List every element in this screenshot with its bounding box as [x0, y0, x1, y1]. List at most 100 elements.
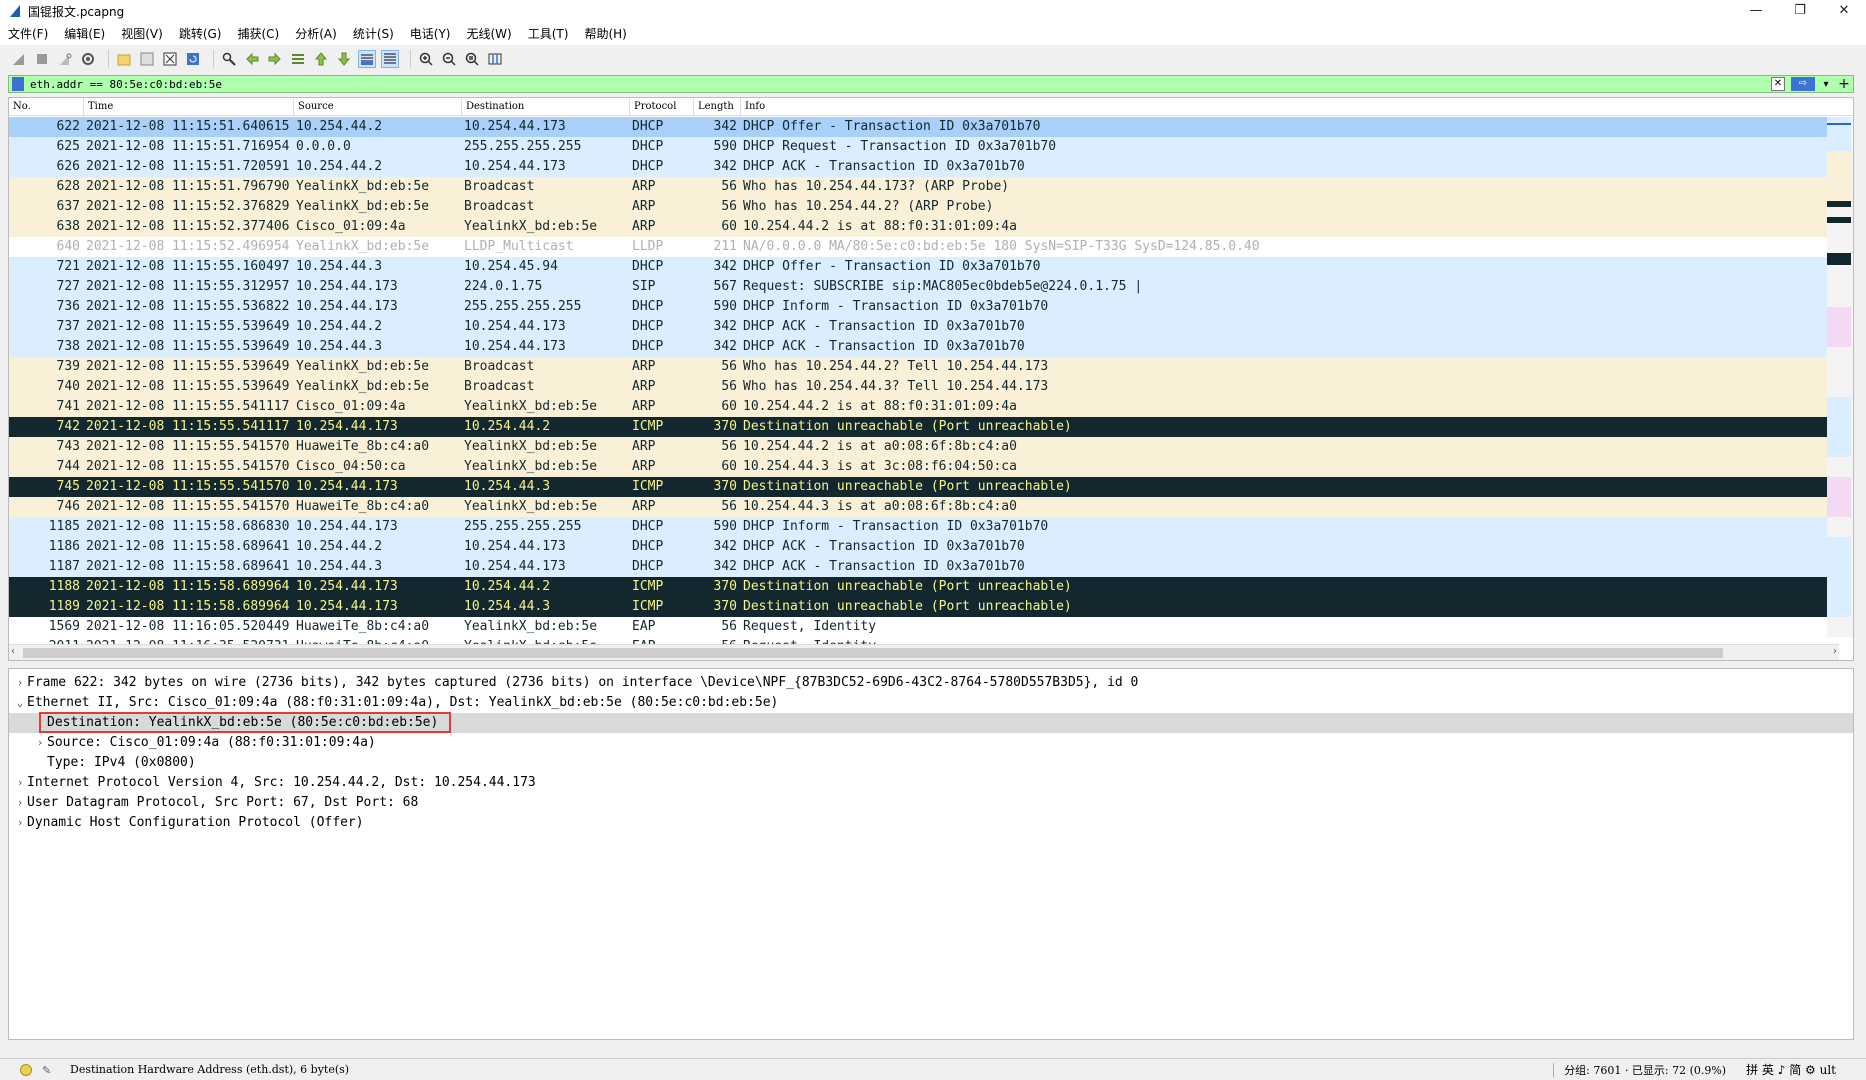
scroll-left-icon[interactable]: ‹ — [11, 646, 15, 657]
expand-icon[interactable]: › — [13, 673, 27, 693]
display-filter-input[interactable] — [30, 76, 1771, 92]
packet-cell-len: 56 — [721, 199, 737, 214]
packet-row[interactable]: 737 2021-12-08 11:15:55.539649 10.254.44.2… — [9, 317, 1827, 337]
menu-statistics[interactable]: 统计(S) — [353, 25, 394, 42]
column-header-info[interactable]: Info — [741, 98, 1853, 115]
packet-row[interactable]: 1188 2021-12-08 11:15:58.689964 10.254.44.… — [9, 577, 1827, 597]
packet-row[interactable]: 1189 2021-12-08 11:15:58.689964 10.254.44.… — [9, 597, 1827, 617]
expand-icon[interactable]: › — [13, 793, 27, 813]
menu-edit[interactable]: 编辑(E) — [64, 25, 105, 42]
menu-capture[interactable]: 捕获(C) — [237, 25, 279, 42]
filter-bookmark-icon[interactable] — [12, 77, 24, 91]
detail-dhcp[interactable]: › Dynamic Host Configuration Protocol (Of… — [9, 813, 1853, 833]
packet-row[interactable]: 1569 2021-12-08 11:16:05.520449 HuaweiTe_8… — [9, 617, 1827, 637]
packet-row[interactable]: 743 2021-12-08 11:15:55.541570 HuaweiTe_8b… — [9, 437, 1827, 457]
expand-icon[interactable]: › — [33, 733, 47, 753]
packet-row[interactable]: 746 2021-12-08 11:15:55.541570 HuaweiTe_8b… — [9, 497, 1827, 517]
packet-row[interactable]: 740 2021-12-08 11:15:55.539649 YealinkX_bd… — [9, 377, 1827, 397]
add-filter-button[interactable]: + — [1837, 76, 1851, 92]
zoom-in-icon[interactable] — [417, 50, 435, 68]
detail-ipv4[interactable]: › Internet Protocol Version 4, Src: 10.25… — [9, 773, 1853, 793]
menu-view[interactable]: 视图(V) — [121, 25, 163, 42]
last-packet-icon[interactable] — [335, 50, 353, 68]
packet-cell-info: Destination unreachable (Port unreachabl… — [743, 419, 1072, 434]
menu-telephony[interactable]: 电话(Y) — [410, 25, 451, 42]
goto-packet-icon[interactable] — [289, 50, 307, 68]
menu-help[interactable]: 帮助(H) — [584, 25, 626, 42]
packet-row[interactable]: 721 2021-12-08 11:15:55.160497 10.254.44.3… — [9, 257, 1827, 277]
forward-arrow-icon[interactable] — [266, 50, 284, 68]
maximize-button[interactable]: ❐ — [1778, 0, 1822, 22]
packet-cell-info: Request, Identity — [743, 619, 877, 634]
packet-cell-info: Request: SUBSCRIBE sip:MAC805ec0bdeb5e@2… — [743, 279, 1143, 294]
packet-row[interactable]: 622 2021-12-08 11:15:51.640615 10.254.44.2… — [9, 117, 1827, 137]
packet-row[interactable]: 1186 2021-12-08 11:15:58.689641 10.254.44.… — [9, 537, 1827, 557]
restart-icon[interactable] — [56, 50, 74, 68]
column-header-source[interactable]: Source — [294, 98, 462, 115]
zoom-out-icon[interactable] — [440, 50, 458, 68]
capture-comment-icon[interactable]: ✎ — [42, 1064, 56, 1077]
column-header-no[interactable]: No. — [9, 98, 84, 115]
packet-row[interactable]: 1185 2021-12-08 11:15:58.686830 10.254.44.… — [9, 517, 1827, 537]
menu-file[interactable]: 文件(F) — [8, 25, 48, 42]
expert-info-led-icon[interactable] — [20, 1063, 32, 1076]
packet-row[interactable]: 638 2021-12-08 11:15:52.377406 Cisco_01:09… — [9, 217, 1827, 237]
packet-cell-proto: DHCP — [632, 519, 664, 534]
open-folder-icon[interactable] — [115, 50, 133, 68]
packet-row[interactable]: 727 2021-12-08 11:15:55.312957 10.254.44.1… — [9, 277, 1827, 297]
packet-row[interactable]: 741 2021-12-08 11:15:55.541117 Cisco_01:09… — [9, 397, 1827, 417]
clear-filter-icon[interactable]: ✕ — [1771, 77, 1785, 91]
colorize-icon[interactable] — [381, 50, 399, 68]
packet-row[interactable]: 625 2021-12-08 11:15:51.716954 0.0.0.0 255.… — [9, 137, 1827, 157]
packet-minimap[interactable] — [1827, 117, 1853, 637]
apply-filter-button[interactable]: ⇨ — [1791, 77, 1815, 91]
filter-history-dropdown-icon[interactable]: ▾ — [1819, 79, 1833, 90]
menu-tools[interactable]: 工具(T) — [528, 25, 569, 42]
packet-row[interactable]: 744 2021-12-08 11:15:55.541570 Cisco_04:50… — [9, 457, 1827, 477]
packet-row[interactable]: 637 2021-12-08 11:15:52.376829 YealinkX_bd… — [9, 197, 1827, 217]
find-icon[interactable] — [220, 50, 238, 68]
column-header-length[interactable]: Length — [694, 98, 741, 115]
detail-udp[interactable]: › User Datagram Protocol, Src Port: 67, D… — [9, 793, 1853, 813]
expand-icon[interactable]: › — [13, 813, 27, 833]
shark-fin-start-icon[interactable] — [10, 50, 28, 68]
resize-columns-icon[interactable] — [486, 50, 504, 68]
packet-row[interactable]: 745 2021-12-08 11:15:55.541570 10.254.44.1… — [9, 477, 1827, 497]
detail-ethernet[interactable]: ⌄ Ethernet II, Src: Cisco_01:09:4a (88:f0… — [9, 693, 1853, 713]
column-header-time[interactable]: Time — [84, 98, 294, 115]
close-button[interactable]: ✕ — [1822, 0, 1866, 22]
packet-row[interactable]: 640 2021-12-08 11:15:52.496954 YealinkX_bd… — [9, 237, 1827, 257]
zoom-normal-icon[interactable] — [463, 50, 481, 68]
packet-row[interactable]: 1187 2021-12-08 11:15:58.689641 10.254.44.… — [9, 557, 1827, 577]
menu-go[interactable]: 跳转(G) — [179, 25, 222, 42]
scroll-right-icon[interactable]: › — [1833, 646, 1837, 657]
menu-wireless[interactable]: 无线(W) — [467, 25, 512, 42]
expand-icon[interactable]: › — [13, 773, 27, 793]
save-file-icon[interactable] — [138, 50, 156, 68]
detail-eth-type[interactable]: Type: IPv4 (0x0800) — [9, 753, 1853, 773]
packet-list-hscrollbar[interactable]: ‹ › — [9, 644, 1839, 660]
autoscroll-icon[interactable] — [358, 50, 376, 68]
packet-row[interactable]: 626 2021-12-08 11:15:51.720591 10.254.44.2… — [9, 157, 1827, 177]
packet-cell-proto: ARP — [632, 499, 656, 514]
menu-analyze[interactable]: 分析(A) — [295, 25, 337, 42]
collapse-icon[interactable]: ⌄ — [13, 693, 27, 713]
options-gear-icon[interactable] — [79, 50, 97, 68]
packet-row[interactable]: 628 2021-12-08 11:15:51.796790 YealinkX_bd… — [9, 177, 1827, 197]
minimize-button[interactable]: — — [1734, 0, 1778, 22]
reload-icon[interactable] — [184, 50, 202, 68]
column-header-destination[interactable]: Destination — [462, 98, 630, 115]
minimap-segment — [1827, 123, 1851, 125]
detail-eth-source[interactable]: › Source: Cisco_01:09:4a (88:f0:31:01:09:… — [9, 733, 1853, 753]
close-file-icon[interactable] — [161, 50, 179, 68]
packet-row[interactable]: 742 2021-12-08 11:15:55.541117 10.254.44.1… — [9, 417, 1827, 437]
column-header-protocol[interactable]: Protocol — [630, 98, 694, 115]
packet-row[interactable]: 736 2021-12-08 11:15:55.536822 10.254.44.1… — [9, 297, 1827, 317]
packet-row[interactable]: 739 2021-12-08 11:15:55.539649 YealinkX_bd… — [9, 357, 1827, 377]
packet-row[interactable]: 738 2021-12-08 11:15:55.539649 10.254.44.3… — [9, 337, 1827, 357]
stop-icon[interactable] — [33, 50, 51, 68]
hscroll-thumb[interactable] — [23, 648, 1723, 658]
detail-frame[interactable]: › Frame 622: 342 bytes on wire (2736 bits… — [9, 673, 1853, 693]
first-packet-icon[interactable] — [312, 50, 330, 68]
back-arrow-icon[interactable] — [243, 50, 261, 68]
